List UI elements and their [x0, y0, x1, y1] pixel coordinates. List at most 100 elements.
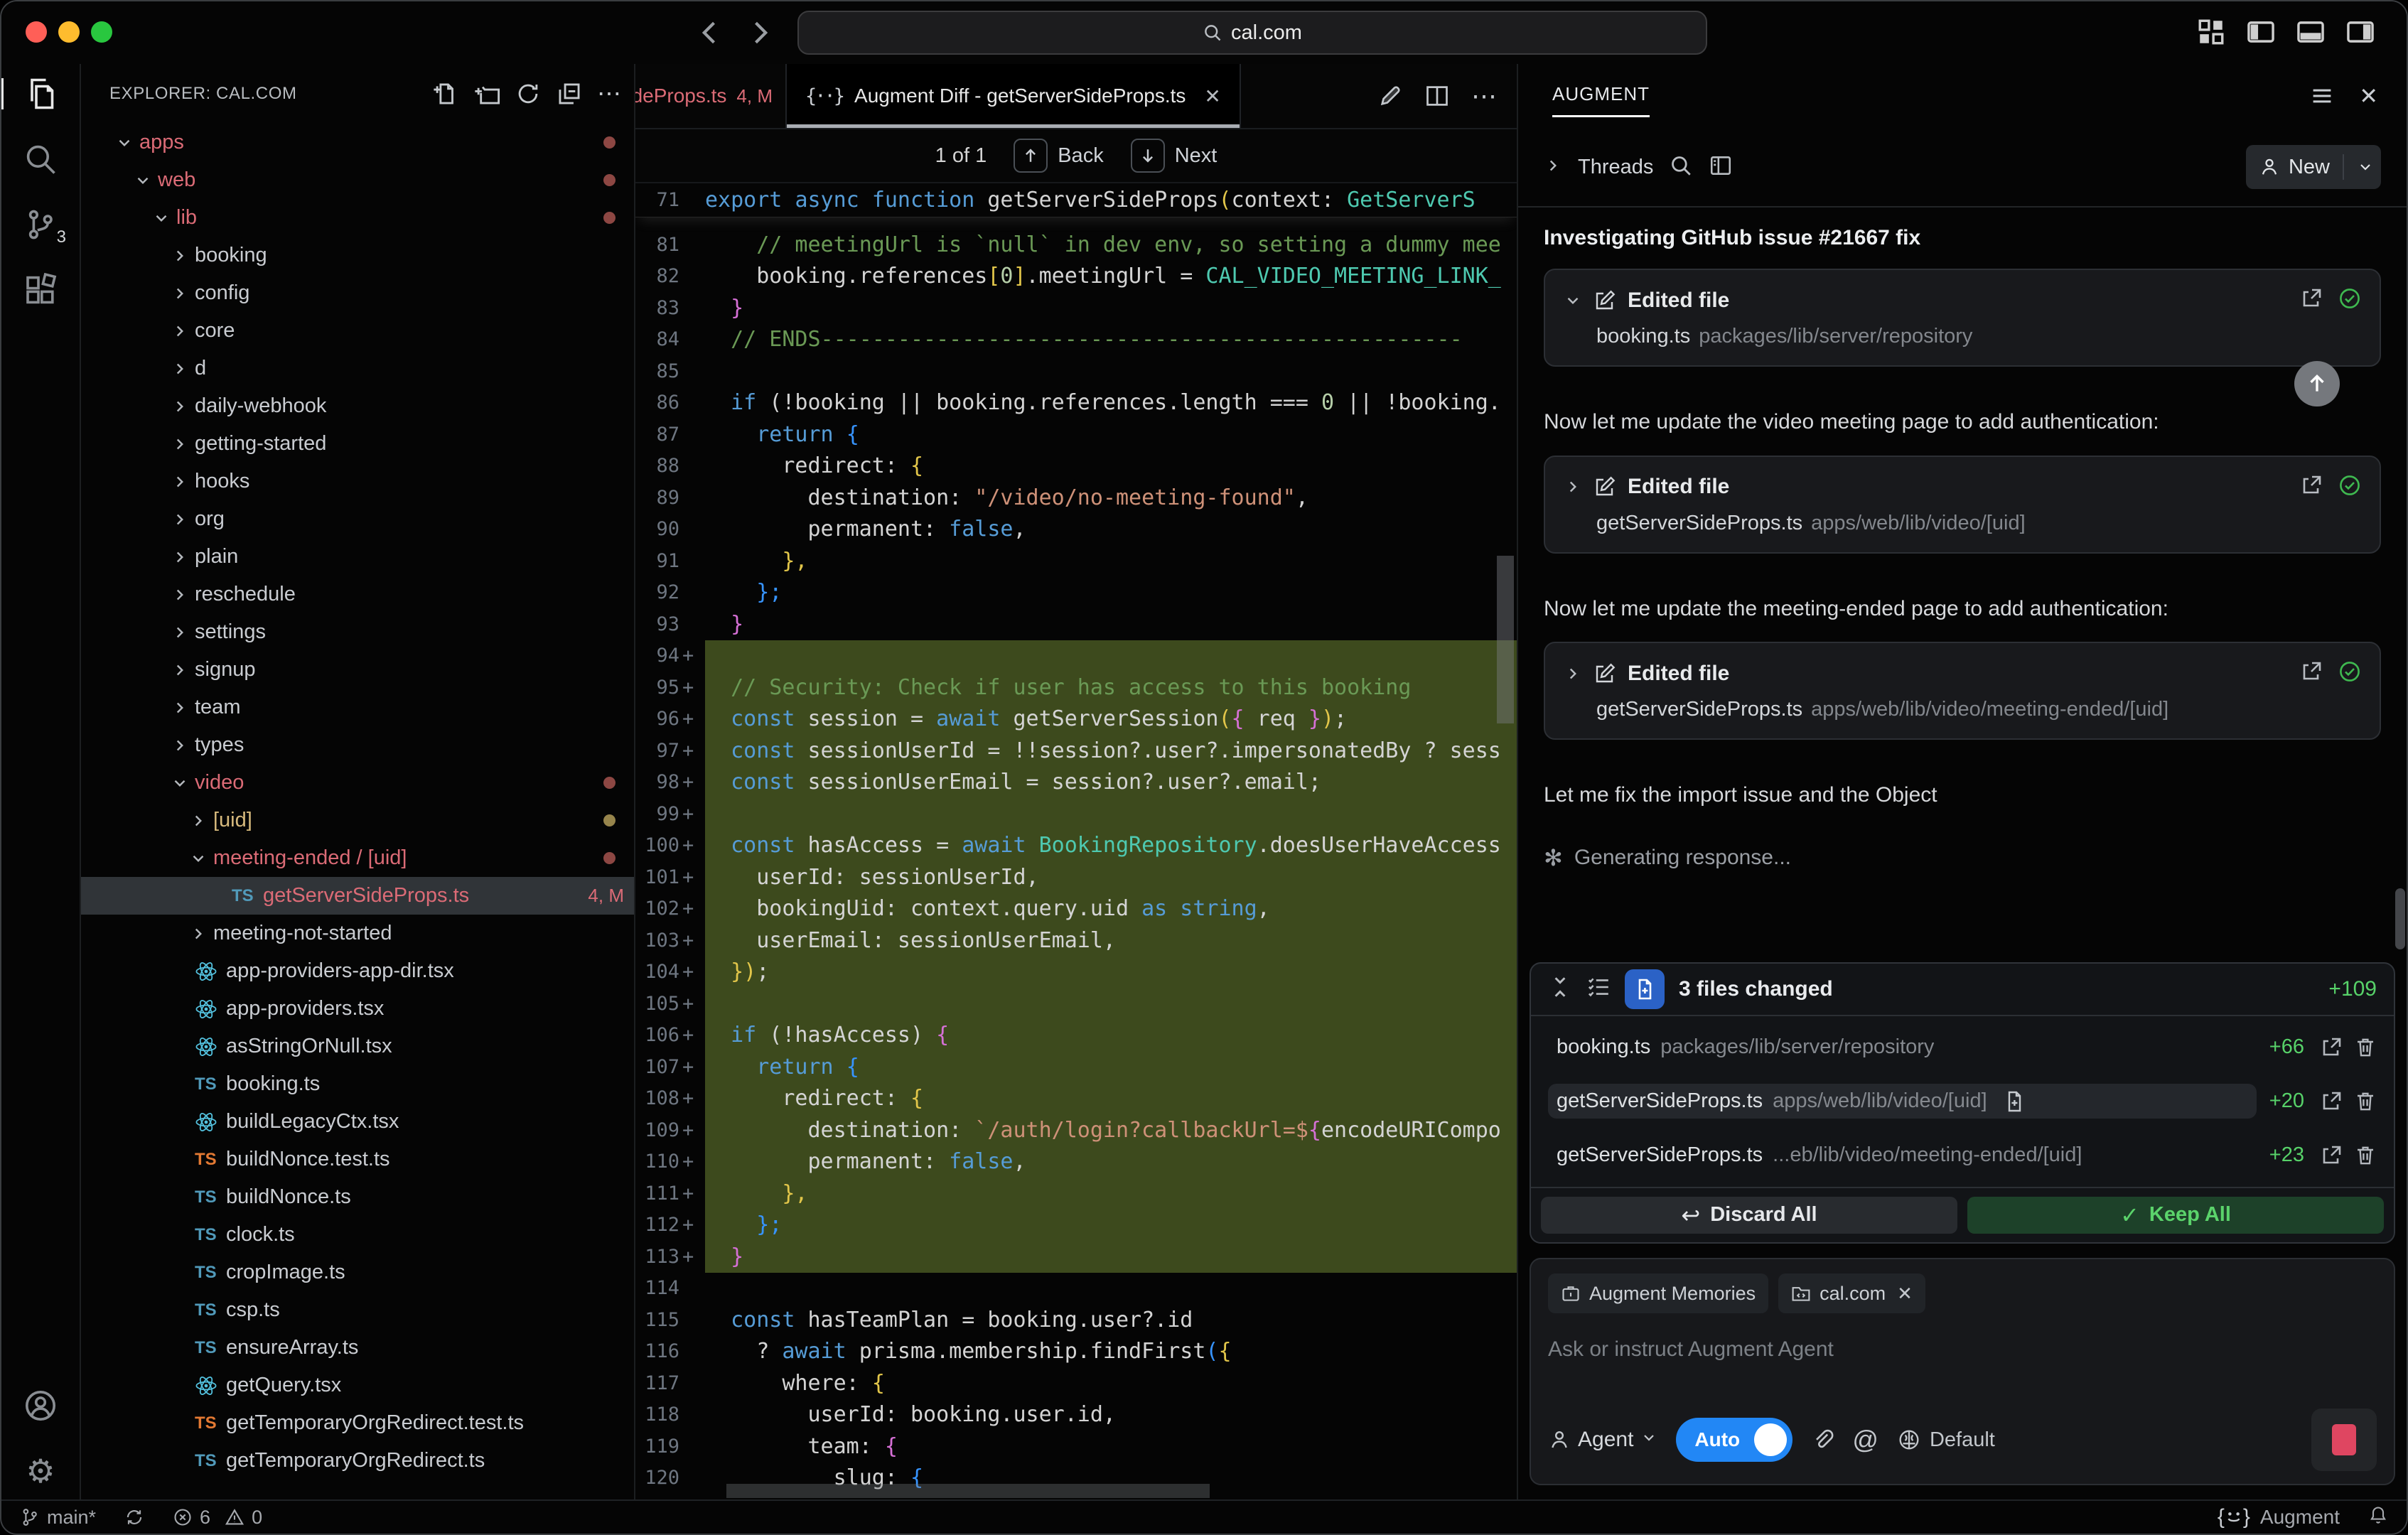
mention-icon[interactable]: @	[1852, 1425, 1878, 1455]
code-line[interactable]: 95+ // Security: Check if user has acces…	[635, 672, 1517, 704]
thread-layout-icon[interactable]	[1709, 154, 1733, 181]
open-file-icon[interactable]	[2300, 287, 2323, 313]
tree-item[interactable]: TS getServerSideProps.ts 4, M	[81, 877, 634, 915]
threads-chevron-icon[interactable]	[1544, 156, 1562, 178]
changed-file-row[interactable]: getServerSideProps.ts apps/web/lib/video…	[1538, 1074, 2387, 1129]
editor-vertical-scrollbar[interactable]	[1497, 556, 1514, 723]
tree-item[interactable]: d	[81, 350, 634, 387]
notifications-bell-icon[interactable]	[2368, 1505, 2388, 1530]
open-file-icon[interactable]	[2300, 660, 2323, 686]
layout-customize-icon[interactable]	[2196, 17, 2226, 47]
code-line[interactable]: 86 if (!booking || booking.references.le…	[635, 387, 1517, 419]
code-line[interactable]: 90 permanent: false,	[635, 514, 1517, 546]
code-line[interactable]: 116 ? await prisma.membership.findFirst(…	[635, 1336, 1517, 1368]
agent-input-placeholder[interactable]: Ask or instruct Augment Agent	[1548, 1337, 2377, 1362]
code-line[interactable]: 100+ const hasAccess = await BookingRepo…	[635, 830, 1517, 862]
tree-item[interactable]: app-providers.tsx	[81, 990, 634, 1028]
auto-toggle[interactable]: Auto	[1676, 1418, 1792, 1462]
tree-item[interactable]: apps	[81, 124, 634, 161]
tree-item[interactable]: buildLegacyCtx.tsx	[81, 1103, 634, 1141]
tree-item[interactable]: signup	[81, 651, 634, 689]
code-line[interactable]: 110+ permanent: false,	[635, 1146, 1517, 1178]
tree-item[interactable]: TS buildNonce.ts	[81, 1178, 634, 1216]
toggle-sidebar-icon[interactable]	[2246, 17, 2276, 47]
tree-item[interactable]: plain	[81, 538, 634, 576]
code-line[interactable]: 103+ userEmail: sessionUserEmail,	[635, 925, 1517, 957]
code-line[interactable]: 92 };	[635, 577, 1517, 609]
tree-item[interactable]: TS booking.ts	[81, 1065, 634, 1103]
code-line[interactable]: 84 // ENDS------------------------------…	[635, 324, 1517, 356]
tree-item[interactable]: meeting-not-started	[81, 915, 634, 952]
keep-all-button[interactable]: ✓ Keep All	[1967, 1197, 2384, 1234]
agent-mode-selector[interactable]: Agent	[1548, 1428, 1657, 1452]
refresh-icon[interactable]	[515, 80, 542, 107]
edited-file-card[interactable]: Edited file getServerSideProps.tsapps/we…	[1544, 642, 2381, 740]
tree-item[interactable]: config	[81, 274, 634, 312]
code-line[interactable]: 99+	[635, 798, 1517, 830]
new-file-icon[interactable]	[432, 80, 459, 107]
explorer-more-actions-icon[interactable]: ⋯	[597, 80, 621, 107]
code-line[interactable]: 97+ const sessionUserId = !!session?.use…	[635, 735, 1517, 767]
code-line[interactable]: 104+ });	[635, 957, 1517, 989]
agent-input-panel[interactable]: Augment Memories cal.com ✕ Ask or instru…	[1530, 1258, 2395, 1485]
edited-file-card[interactable]: Edited file getServerSideProps.tsapps/we…	[1544, 456, 2381, 554]
tree-item[interactable]: TS cropImage.ts	[81, 1254, 634, 1291]
code-line[interactable]: 107+ return {	[635, 1051, 1517, 1083]
tree-item[interactable]: meeting-ended / [uid]	[81, 839, 634, 877]
augment-logo-icon[interactable]: {}	[2218, 1505, 2250, 1529]
panel-menu-icon[interactable]	[2309, 83, 2335, 109]
discard-file-icon[interactable]	[2354, 1090, 2377, 1113]
code-line[interactable]: 81 // meetingUrl is `null` in dev env, s…	[635, 229, 1517, 261]
diff-editor[interactable]: 71 export async function getServerSidePr…	[635, 183, 1517, 1499]
code-line[interactable]: 109+ destination: `/auth/login?callbackU…	[635, 1114, 1517, 1146]
tree-item[interactable]: daily-webhook	[81, 387, 634, 425]
changed-file-row[interactable]: getServerSideProps.ts ...eb/lib/video/me…	[1538, 1129, 2387, 1183]
editor-horizontal-scrollbar[interactable]	[726, 1484, 1210, 1498]
tree-item[interactable]: hooks	[81, 463, 634, 500]
augment-memories-chip[interactable]: Augment Memories	[1548, 1273, 1768, 1313]
edit-pencil-icon[interactable]	[1377, 83, 1403, 109]
problems-indicator[interactable]: 6 0	[173, 1507, 262, 1529]
tree-item[interactable]: getting-started	[81, 425, 634, 463]
zoom-window-button[interactable]	[91, 21, 112, 43]
tree-item[interactable]: core	[81, 312, 634, 350]
thread-search-icon[interactable]	[1669, 154, 1693, 181]
code-line[interactable]: 114	[635, 1273, 1517, 1305]
branch-indicator[interactable]: main*	[20, 1507, 96, 1529]
code-line[interactable]: 111+ },	[635, 1178, 1517, 1210]
tree-item[interactable]: lib	[81, 199, 634, 237]
code-line[interactable]: 89 destination: "/video/no-meeting-found…	[635, 482, 1517, 514]
code-line[interactable]: 91 },	[635, 545, 1517, 577]
tree-item[interactable]: asStringOrNull.tsx	[81, 1028, 634, 1065]
account-icon[interactable]	[22, 1387, 59, 1424]
explorer-icon[interactable]	[22, 75, 59, 112]
open-file-icon[interactable]	[2300, 474, 2323, 500]
code-line[interactable]: 96+ const session = await getServerSessi…	[635, 704, 1517, 736]
code-line[interactable]: 85	[635, 355, 1517, 387]
settings-gear-icon[interactable]: ⚙	[22, 1453, 59, 1490]
code-line[interactable]: 94+	[635, 640, 1517, 672]
sync-indicator[interactable]	[124, 1507, 144, 1527]
new-thread-button[interactable]: New	[2246, 145, 2381, 189]
code-line[interactable]: 117 where: {	[635, 1367, 1517, 1399]
tree-item[interactable]: video	[81, 764, 634, 802]
tree-item[interactable]: org	[81, 500, 634, 538]
diff-back-button[interactable]: Back	[1014, 139, 1103, 173]
code-line[interactable]: 119 team: {	[635, 1431, 1517, 1463]
sticky-scroll-line[interactable]: 71 export async function getServerSidePr…	[635, 183, 1517, 217]
code-line[interactable]: 101+ userId: sessionUserId,	[635, 861, 1517, 893]
code-line[interactable]: 105+	[635, 988, 1517, 1020]
source-control-icon[interactable]: 3	[22, 206, 59, 243]
tree-item[interactable]: booking	[81, 237, 634, 274]
thread-title[interactable]: Investigating GitHub issue #21667 fix	[1544, 226, 2381, 250]
tree-item[interactable]: TS ensureArray.ts	[81, 1329, 634, 1367]
code-line[interactable]: 115 const hasTeamPlan = booking.user?.id	[635, 1304, 1517, 1336]
diff-next-button[interactable]: Next	[1131, 139, 1218, 173]
panel-scrollbar[interactable]	[2395, 888, 2405, 949]
remove-chip-icon[interactable]: ✕	[1897, 1283, 1913, 1305]
close-window-button[interactable]	[26, 21, 47, 43]
open-file-icon[interactable]	[2320, 1036, 2343, 1059]
tree-item[interactable]: TS getTemporaryOrgRedirect.ts	[81, 1442, 634, 1480]
toggle-secondary-sidebar-icon[interactable]	[2345, 17, 2375, 47]
discard-file-icon[interactable]	[2354, 1036, 2377, 1059]
